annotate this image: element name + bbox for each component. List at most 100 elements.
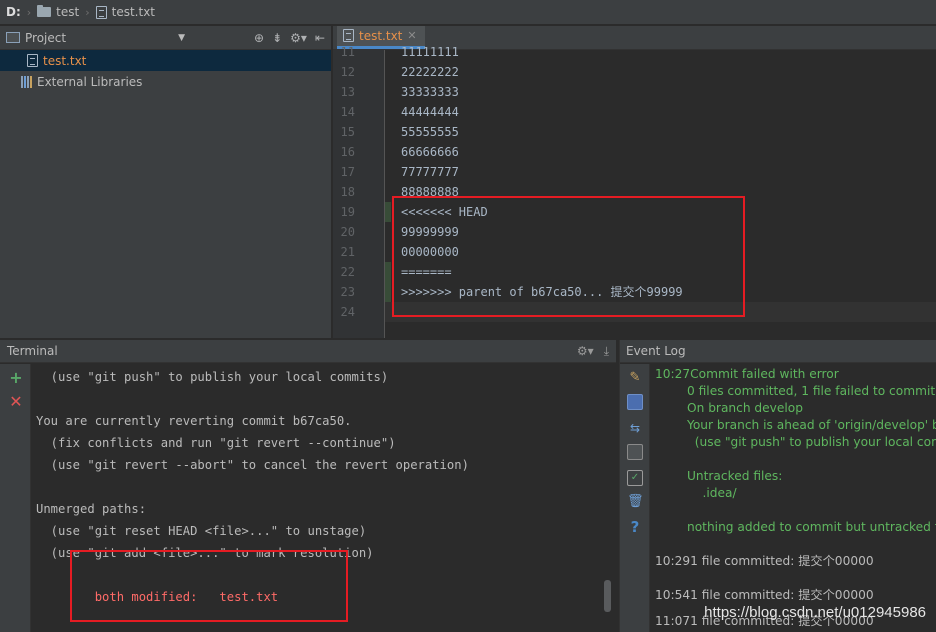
event-entry: (use "git push" to publish your local co… [687, 435, 936, 449]
terminal-line: (use "git reset HEAD <file>..." to unsta… [36, 524, 367, 538]
collapse-all-icon[interactable]: ⇟ [272, 31, 282, 45]
breadcrumb-file-label: test.txt [111, 5, 155, 19]
text-file-icon [343, 29, 354, 42]
code-line: 16 66666666 [341, 142, 936, 162]
terminal-line: (fix conflicts and run "git revert --con… [36, 436, 396, 450]
line-number: 21 [340, 245, 355, 259]
terminal-scrollbar[interactable] [604, 580, 611, 612]
trash-icon[interactable]: 🗑 [627, 494, 644, 510]
breadcrumb-folder-label: test [56, 5, 80, 19]
line-number: 23 [340, 285, 355, 299]
gear-icon[interactable]: ⚙▾ [577, 344, 594, 359]
event-text[interactable]: Commit failed with error [690, 367, 839, 381]
line-number: 11 [340, 45, 355, 59]
show-balloons-icon[interactable] [627, 394, 643, 410]
event-log-panel: Event Log ✎ ⇆ ✓ 🗑 ? 10:27Commit failed w… [619, 340, 936, 632]
line-number: 22 [340, 265, 355, 279]
line-number: 15 [340, 125, 355, 139]
text-file-icon [95, 5, 107, 19]
event-text: 1 file committed: 提交个00000 [690, 554, 874, 568]
code-line: 11 11111111 [341, 42, 936, 62]
event-entry: .idea/ [687, 486, 737, 500]
event-text: 1 file committed: 提交个00000 [690, 588, 874, 602]
event-time: 10:27 [655, 367, 691, 381]
event-entry: Your branch is ahead of 'origin/develop'… [687, 418, 936, 432]
terminal-line: (use "git revert --abort" to cancel the … [36, 458, 469, 472]
line-text: 22222222 [401, 65, 459, 79]
code-line: 15 55555555 [341, 122, 936, 142]
tree-item-external-libraries[interactable]: External Libraries [0, 71, 331, 92]
gear-icon[interactable]: ⚙▾ [290, 31, 307, 45]
dropdown-arrow-icon[interactable]: ▼ [178, 33, 185, 43]
event-log-toolbar: ✎ ⇆ ✓ 🗑 ? [620, 364, 650, 632]
event-time: 10:54 [655, 588, 691, 602]
line-number: 19 [340, 205, 355, 219]
line-number: 20 [340, 225, 355, 239]
event-log-entries[interactable]: 10:27Commit failed with error 0 files co… [655, 364, 936, 632]
project-panel-header: Project ▼ ⊕ ⇟ ⚙▾ ⇤ [0, 26, 331, 50]
event-entry: nothing added to commit but untracked fi… [687, 520, 936, 534]
line-number: 12 [340, 65, 355, 79]
close-icon[interactable]: ✕ [407, 29, 416, 42]
text-file-icon [27, 54, 38, 67]
breadcrumb-drive-label: D: [6, 5, 21, 19]
line-text: 66666666 [401, 145, 459, 159]
event-time: 11:07 [655, 614, 691, 628]
scroll-to-end-icon[interactable] [627, 444, 643, 460]
project-icon [6, 32, 20, 43]
code-line: 14 44444444 [341, 102, 936, 122]
event-entry: 10:27Commit failed with error [655, 366, 839, 383]
editor-tab-label: test.txt [359, 28, 403, 43]
breadcrumb-file[interactable]: test.txt [95, 0, 155, 25]
line-text: 77777777 [401, 165, 459, 179]
soft-wraps-icon[interactable]: ⇆ [627, 420, 643, 436]
chevron-right-icon: › [85, 5, 90, 19]
conflict-highlight-box [70, 550, 348, 622]
chevron-right-icon: › [26, 5, 32, 19]
settings-wrench-icon[interactable]: ✎ [627, 370, 643, 386]
line-text: 44444444 [401, 105, 459, 119]
event-entry: 0 files committed, 1 file failed to comm… [687, 384, 936, 398]
breadcrumb-drive[interactable]: D: [6, 0, 21, 25]
close-session-icon[interactable]: ✕ [8, 394, 24, 410]
terminal-line: (use "git push" to publish your local co… [36, 370, 389, 384]
code-line: 12 22222222 [341, 62, 936, 82]
breadcrumb: D: › test › test.txt [0, 0, 936, 25]
hide-panel-icon[interactable]: ⇤ [315, 31, 325, 45]
terminal-line: You are currently reverting commit b67ca… [36, 414, 352, 428]
terminal-line: Unmerged paths: [36, 502, 147, 516]
tree-item-label: test.txt [43, 53, 87, 68]
line-number: 14 [340, 105, 355, 119]
line-text: 55555555 [401, 125, 459, 139]
event-log-title: Event Log [626, 344, 686, 358]
event-entry: On branch develop [687, 401, 803, 415]
breadcrumb-folder[interactable]: test [37, 0, 79, 25]
code-line: 17 77777777 [341, 162, 936, 182]
line-number: 16 [340, 145, 355, 159]
tree-item-label: External Libraries [37, 74, 143, 89]
help-icon[interactable]: ? [627, 519, 643, 535]
hide-panel-icon[interactable]: ⤓ [604, 344, 609, 359]
folder-icon [37, 5, 52, 17]
event-entry: 10:291 file committed: 提交个00000 [655, 553, 874, 570]
line-number: 13 [340, 85, 355, 99]
new-session-icon[interactable]: + [8, 370, 24, 386]
line-number: 24 [340, 305, 355, 319]
terminal-toolbar: + ✕ [0, 364, 31, 632]
event-log-header: Event Log [620, 340, 936, 363]
event-entry: 10:541 file committed: 提交个00000 [655, 587, 874, 604]
project-view-selector[interactable]: Project [25, 31, 66, 45]
event-entry: Untracked files: [687, 469, 783, 483]
mark-read-icon[interactable]: ✓ [627, 470, 643, 486]
terminal-title: Terminal [7, 344, 58, 358]
code-line: 13 33333333 [341, 82, 936, 102]
event-time: 10:29 [655, 554, 691, 568]
scroll-from-source-icon[interactable]: ⊕ [254, 31, 264, 45]
conflict-highlight-box [392, 196, 745, 317]
project-panel: Project ▼ ⊕ ⇟ ⚙▾ ⇤ test.txt External Lib… [0, 26, 332, 338]
line-text: 11111111 [401, 45, 459, 59]
tree-item-test-txt[interactable]: test.txt [0, 50, 331, 71]
line-number: 18 [340, 185, 355, 199]
watermark-text: https://blog.csdn.net/u012945986 [704, 604, 926, 621]
terminal-header: Terminal ⚙▾ ⤓ [0, 340, 616, 363]
